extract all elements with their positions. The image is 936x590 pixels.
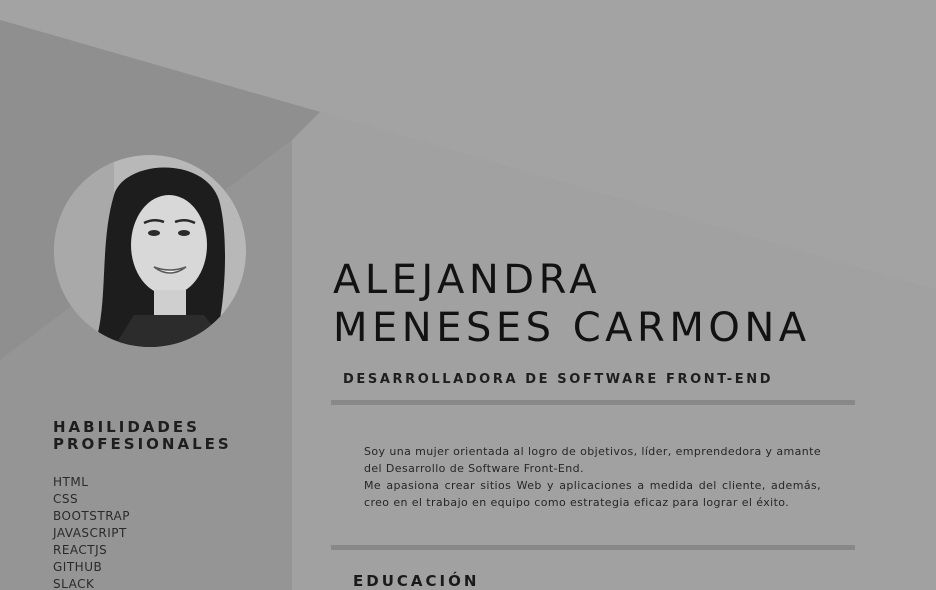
skill-item: HTML <box>53 475 89 489</box>
about-paragraph-2: Me apasiona crear sitios Web y aplicacio… <box>364 479 821 509</box>
name-line1: ALEJANDRA <box>333 257 602 303</box>
about-paragraph-1: Soy una mujer orientada al logro de obje… <box>364 445 821 475</box>
portrait-image <box>54 155 246 347</box>
skills-heading-line2: PROFESIONALES <box>53 435 232 453</box>
skills-heading: HABILIDADES PROFESIONALES <box>53 419 273 453</box>
resume-page: HABILIDADES PROFESIONALES HTML CSS BOOTS… <box>0 0 936 590</box>
skill-item: GITHUB <box>53 560 103 574</box>
skills-heading-line1: HABILIDADES <box>53 418 200 436</box>
skill-item: REACTJS <box>53 543 108 557</box>
divider-bottom <box>331 545 855 550</box>
name-line2: MENESES CARMONA <box>333 305 811 351</box>
skills-list: HTML CSS BOOTSTRAP JAVASCRIPT REACTJS GI… <box>53 474 130 590</box>
skill-item: JAVASCRIPT <box>53 526 127 540</box>
skill-item: SLACK <box>53 577 95 590</box>
full-name: ALEJANDRA MENESES CARMONA <box>333 256 811 352</box>
profile-photo <box>54 155 246 347</box>
job-title: DESARROLLADORA DE SOFTWARE FRONT-END <box>343 372 774 387</box>
about-section: Soy una mujer orientada al logro de obje… <box>364 443 821 511</box>
skill-item: CSS <box>53 492 79 506</box>
divider-top <box>331 400 855 405</box>
sidebar: HABILIDADES PROFESIONALES HTML CSS BOOTS… <box>0 0 292 590</box>
education-heading: EDUCACIÓN <box>353 572 480 590</box>
skill-item: BOOTSTRAP <box>53 509 130 523</box>
